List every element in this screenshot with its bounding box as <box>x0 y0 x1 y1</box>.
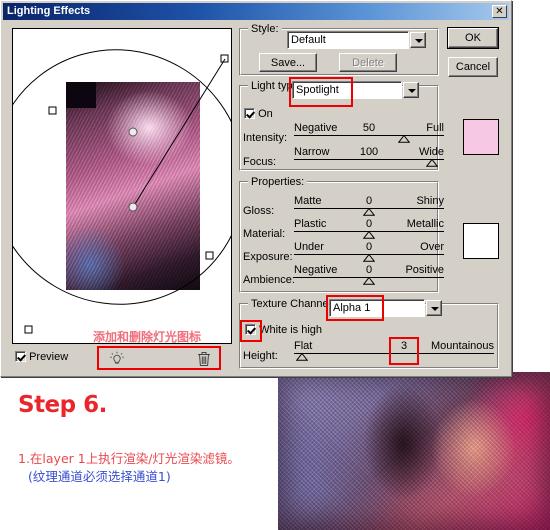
ambience-min-label: Negative <box>294 264 338 276</box>
intensity-label: Intensity: <box>243 132 288 144</box>
intensity-value: 50 <box>362 122 376 134</box>
close-icon[interactable]: ✕ <box>492 5 507 18</box>
gloss-min-label: Matte <box>294 195 322 207</box>
preview-checkbox[interactable]: Preview <box>15 351 68 363</box>
light-type-dropdown-value[interactable]: Spotlight <box>292 81 402 99</box>
cancel-button[interactable]: Cancel <box>448 57 498 77</box>
material-value: 0 <box>365 218 373 230</box>
tutorial-instruction-line-2: (纹理通道必须选择通道1) <box>28 469 171 484</box>
height-thumb[interactable] <box>296 353 308 361</box>
style-dropdown-arrow-icon[interactable] <box>410 32 426 48</box>
gloss-label: Gloss: <box>243 205 275 217</box>
material-slider[interactable]: Plastic 0 Metallic <box>294 218 444 239</box>
gloss-thumb[interactable] <box>363 208 375 216</box>
light-ellipse-overlay[interactable] <box>13 29 232 344</box>
annotation-box-light-icons <box>97 346 221 370</box>
focus-label: Focus: <box>243 156 277 168</box>
lighting-preview-canvas[interactable] <box>12 28 232 344</box>
height-label: Height: <box>243 350 278 362</box>
white-is-high-checkbox[interactable]: White is high <box>245 324 322 336</box>
exposure-max-label: Over <box>420 241 444 253</box>
white-is-high-label: White is high <box>259 324 323 336</box>
focus-max-label: Wide <box>418 146 444 158</box>
tutorial-result-photo <box>278 372 550 530</box>
gloss-slider[interactable]: Matte 0 Shiny <box>294 195 444 216</box>
material-thumb[interactable] <box>363 231 375 239</box>
light-on-checkbox[interactable]: On <box>244 108 273 120</box>
light-color-swatch[interactable] <box>463 119 499 155</box>
ambience-slider[interactable]: Negative 0 Positive <box>294 264 444 285</box>
exposure-value: 0 <box>365 241 373 253</box>
intensity-thumb[interactable] <box>397 135 410 143</box>
step-title: Step 6. <box>18 392 107 418</box>
delete-button: Delete <box>339 53 397 72</box>
ambience-thumb[interactable] <box>363 277 375 285</box>
preview-checkbox-label: Preview <box>29 351 69 363</box>
exposure-label: Exposure: <box>243 251 293 263</box>
texture-channel-dropdown-value[interactable]: Alpha 1 <box>329 299 425 317</box>
title-bar: Lighting Effects ✕ <box>3 3 509 20</box>
style-group-label: Style: <box>248 23 282 35</box>
exposure-thumb[interactable] <box>363 254 375 262</box>
height-value: 3 <box>400 340 408 352</box>
focus-min-label: Narrow <box>294 146 330 158</box>
material-max-label: Metallic <box>406 218 444 230</box>
intensity-max-label: Full <box>426 122 444 134</box>
checkbox-box-preview[interactable] <box>15 351 26 362</box>
ambience-label: Ambience: <box>243 274 295 286</box>
ok-button[interactable]: OK <box>447 27 499 49</box>
height-slider[interactable]: Flat 3 Mountainous <box>294 340 494 361</box>
photo-vignette <box>278 372 550 530</box>
intensity-min-label: Negative <box>294 122 338 134</box>
height-min-label: Flat <box>294 340 313 352</box>
gloss-value: 0 <box>365 195 373 207</box>
ambience-value: 0 <box>365 264 373 276</box>
properties-color-swatch[interactable] <box>463 223 499 259</box>
texture-channel-group-label: Texture Channel: <box>248 298 338 310</box>
gloss-max-label: Shiny <box>416 195 444 207</box>
checkbox-box-on[interactable] <box>244 108 255 119</box>
save-button[interactable]: Save... <box>259 53 317 72</box>
texture-channel-dropdown-arrow-icon[interactable] <box>426 300 442 316</box>
material-label: Material: <box>243 228 286 240</box>
material-min-label: Plastic <box>294 218 327 230</box>
style-dropdown-value[interactable]: Default <box>287 31 409 49</box>
lighting-effects-dialog: Lighting Effects ✕ 添加和删除灯光图标 Preview Sty… <box>0 0 512 377</box>
checkbox-box-white-is-high[interactable] <box>245 324 256 335</box>
height-track <box>294 353 494 354</box>
exposure-min-label: Under <box>294 241 324 253</box>
ambience-max-label: Positive <box>405 264 444 276</box>
properties-group-label: Properties: <box>248 176 308 188</box>
tutorial-instruction-line-1: 1.在layer 1上执行渲染/灯光渲染滤镜。 <box>18 451 240 466</box>
focus-track <box>294 159 444 160</box>
annotation-add-delete-light: 添加和删除灯光图标 <box>93 330 202 344</box>
window-title: Lighting Effects <box>7 5 91 17</box>
exposure-slider[interactable]: Under 0 Over <box>294 241 444 262</box>
intensity-track <box>294 135 444 136</box>
intensity-slider[interactable]: Negative 50 Full <box>294 122 444 143</box>
focus-thumb[interactable] <box>426 159 438 167</box>
light-type-dropdown-arrow-icon[interactable] <box>403 82 419 98</box>
focus-slider[interactable]: Narrow 100 Wide <box>294 146 444 167</box>
height-max-label: Mountainous <box>431 340 494 352</box>
light-on-label: On <box>258 108 273 120</box>
focus-value: 100 <box>359 146 379 158</box>
